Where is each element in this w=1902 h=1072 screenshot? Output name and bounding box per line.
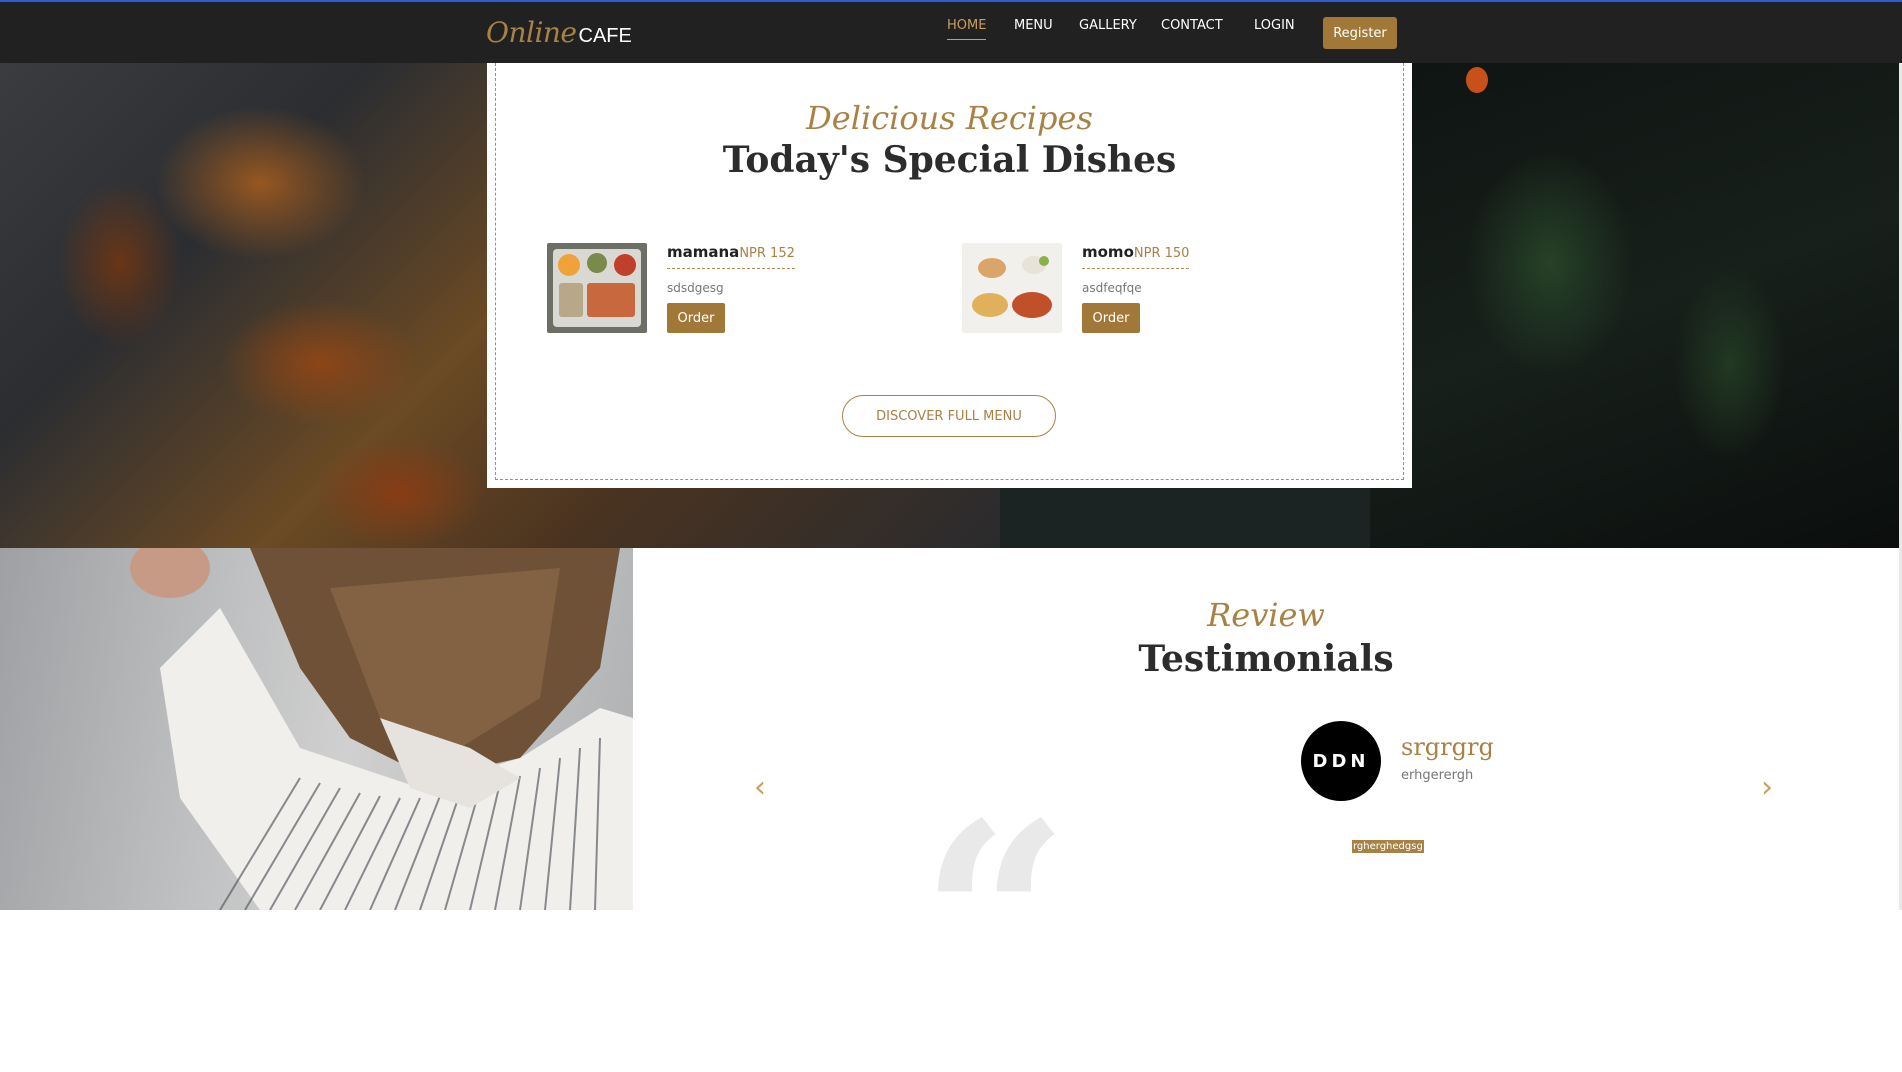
nav-login[interactable]: LOGIN: [1254, 18, 1295, 39]
hero-garnish: [1466, 67, 1488, 93]
chevron-right-icon[interactable]: ›: [1761, 770, 1773, 805]
dish-name: momo: [1082, 243, 1134, 261]
discover-full-menu-button[interactable]: DISCOVER FULL MENU: [842, 395, 1056, 437]
dish-price: NPR 152: [739, 246, 795, 261]
testimonial-name: srgrgrg: [1401, 733, 1494, 761]
top-accent-line: [0, 0, 1902, 2]
specials-script-title: Delicious Recipes: [806, 99, 1093, 137]
order-button[interactable]: Order: [1082, 303, 1140, 333]
testimonial-role: erhgerergh: [1401, 768, 1474, 783]
order-button[interactable]: Order: [667, 303, 725, 333]
testimonial-text: rgherghedgsg: [1352, 840, 1424, 853]
specials-card: Delicious Recipes Today's Special Dishes…: [487, 63, 1412, 488]
nav-gallery[interactable]: GALLERY: [1079, 18, 1137, 39]
dish-image: [547, 243, 647, 333]
dish-price: NPR 150: [1133, 246, 1190, 261]
quote-mark-icon: “: [920, 767, 1070, 1072]
testimonials-title: Testimonials: [1138, 638, 1394, 680]
dish-name: mamana: [667, 243, 740, 261]
register-button[interactable]: Register: [1323, 17, 1397, 49]
dish-header: momoNPR 150: [1082, 243, 1190, 269]
testimonials-script-title: Review: [1207, 596, 1325, 634]
dish-description: asdfeqfqe: [1082, 281, 1142, 295]
dish-item: momoNPR 150 asdfeqfqe Order: [962, 243, 1262, 338]
testimonial-person-photo: [0, 548, 633, 910]
logo-script: Online: [486, 16, 577, 49]
dish-image: [962, 243, 1062, 333]
testimonial-avatar: DDN: [1301, 721, 1381, 801]
logo-text: CAFE: [578, 25, 632, 47]
dish-header: mamanaNPR 152: [667, 243, 795, 269]
nav-menu[interactable]: MENU: [1014, 18, 1053, 39]
logo[interactable]: Online CAFE: [486, 16, 632, 50]
specials-title: Today's Special Dishes: [722, 139, 1177, 181]
chevron-left-icon[interactable]: ‹: [754, 770, 766, 805]
nav-home[interactable]: HOME: [947, 18, 987, 40]
dish-item: mamanaNPR 152 sdsdgesg Order: [547, 243, 847, 338]
navbar: Online CAFE HOME MENU GALLERY CONTACT LO…: [0, 2, 1902, 63]
hero-herbs-image-right: [1370, 63, 1902, 548]
dish-description: sdsdgesg: [667, 281, 724, 295]
nav-contact[interactable]: CONTACT: [1161, 18, 1223, 39]
